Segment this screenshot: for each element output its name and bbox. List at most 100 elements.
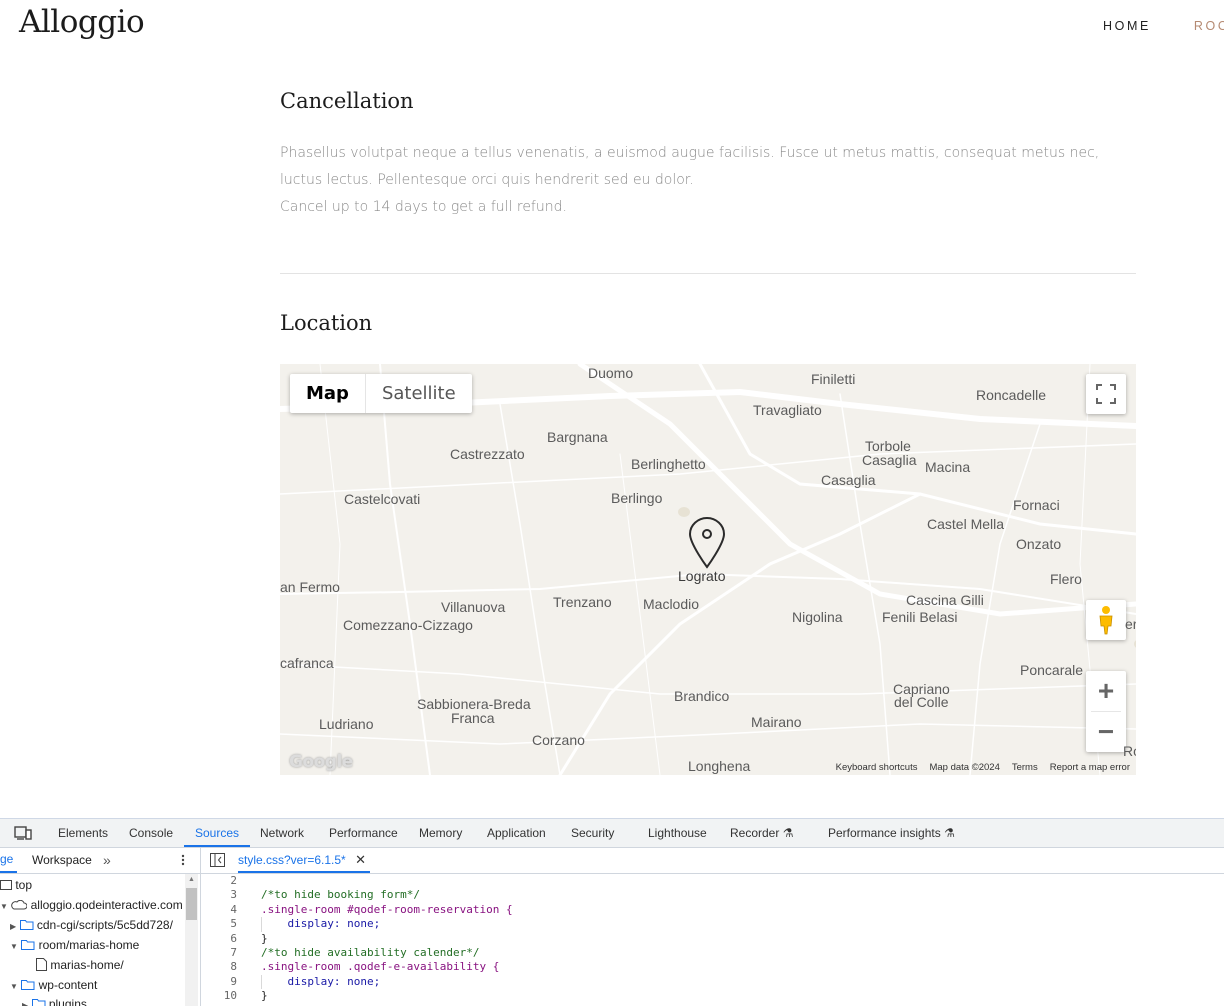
tab-recorder[interactable]: Recorder ⚗ (730, 819, 793, 847)
folder-icon (19, 920, 33, 930)
map-place-label: Castrezzato (450, 446, 525, 462)
map-place-label: Casaglia (821, 472, 876, 488)
keyboard-shortcuts-link[interactable]: Keyboard shortcuts (836, 762, 918, 773)
map-type-control: Map Satellite (290, 374, 472, 413)
tab-elements[interactable]: Elements (58, 819, 108, 847)
folder-icon (21, 980, 35, 990)
tab-security[interactable]: Security (571, 819, 614, 847)
cancellation-title: Cancellation (280, 89, 414, 113)
menu-dots-icon[interactable] (0, 827, 4, 839)
google-map[interactable]: Map Satellite + − Duomo Finiletti Roncad… (280, 364, 1136, 775)
tab-application[interactable]: Application (487, 819, 546, 847)
tree-label: marias-home/ (50, 958, 124, 972)
zoom-in-button[interactable]: + (1098, 671, 1114, 711)
location-title: Location (280, 311, 373, 335)
close-tab-icon[interactable]: ✕ (355, 852, 366, 867)
scroll-thumb[interactable] (186, 888, 197, 920)
scroll-up-arrow-icon[interactable]: ▲ (188, 876, 195, 883)
google-logo: Google (289, 752, 353, 772)
collapse-triangle-icon: ▶ (22, 1001, 29, 1006)
code-editor: style.css?ver=6.1.5* ✕ 2 3 /*to hide book… (201, 848, 1224, 1006)
tree-item-top[interactable]: top (0, 875, 32, 895)
file-tab-style-css[interactable]: style.css?ver=6.1.5* ✕ (238, 848, 370, 873)
tree-item-domain[interactable]: ▼ alloggio.qodeinteractive.com (0, 895, 183, 915)
location-pin-icon[interactable] (687, 515, 727, 571)
map-place-label: Castelcovati (344, 491, 421, 507)
street-view-pegman[interactable] (1086, 600, 1126, 640)
report-error-link[interactable]: Report a map error (1050, 762, 1130, 773)
map-place-label: Villanuova (441, 599, 506, 615)
map-place-label: Franca (451, 710, 495, 726)
map-place-label: Nigolina (792, 609, 843, 625)
code-line: 4 .single-room #qodef-room-reservation { (201, 903, 1224, 917)
tab-memory[interactable]: Memory (419, 819, 462, 847)
code-line: 3 /*to hide booking form*/ (201, 888, 1224, 902)
device-toolbar-icon[interactable] (14, 825, 32, 841)
map-type-map-button[interactable]: Map (290, 374, 365, 413)
cancellation-line: luctus lectus. Pellentesque orci quis he… (280, 172, 694, 188)
navigator-tabs: ge Workspace » (0, 848, 200, 874)
tree-label: cdn-cgi/scripts/5c5dd728/ (36, 918, 173, 932)
tab-console[interactable]: Console (129, 819, 173, 847)
map-place-label: del Colle (894, 694, 949, 710)
map-place-label: Travagliato (753, 402, 822, 418)
tab-network[interactable]: Network (260, 819, 304, 847)
zoom-out-button[interactable]: − (1098, 712, 1114, 752)
tab-sources[interactable]: Sources (184, 819, 251, 847)
expand-triangle-icon: ▼ (0, 902, 8, 911)
code-line: 9 display: none; (201, 974, 1224, 990)
map-place-label: Comezzano-Cizzago (343, 617, 473, 633)
fullscreen-button[interactable] (1086, 374, 1126, 414)
tree-item-plugins[interactable]: ▶ plugins (22, 994, 87, 1006)
code-text: } (261, 931, 268, 945)
code-text: .single-room #qodef-room-reservation { (261, 902, 513, 916)
flask-icon: ⚗ (944, 826, 955, 840)
line-number: 9 (230, 974, 237, 988)
flask-icon: ⚗ (782, 826, 794, 840)
tree-item-room[interactable]: ▼ room/marias-home (10, 935, 139, 955)
map-place-label: cafranca (280, 655, 334, 671)
code-line: 7 /*to hide availability calender*/ (201, 946, 1224, 960)
map-place-label: Macina (925, 459, 971, 475)
map-place-label: Berlinghetto (631, 456, 706, 472)
map-place-label: Poncarale (1020, 662, 1084, 678)
code-text: .single-room .qodef-e-availability { (261, 960, 500, 974)
nav-tab-workspace[interactable]: Workspace (32, 848, 92, 873)
navigator-scrollbar[interactable]: ▲ (185, 874, 198, 1006)
line-number: 10 (223, 989, 237, 1003)
tree-item-marias-home[interactable]: marias-home/ (36, 955, 124, 975)
pegman-icon (1099, 606, 1113, 635)
tree-item-wp-content[interactable]: ▼ wp-content (10, 975, 97, 995)
line-number: 5 (230, 917, 237, 931)
map-place-label: Fornaci (1013, 497, 1060, 513)
fullscreen-icon (1096, 384, 1116, 404)
tab-performance-insights[interactable]: Performance insights ⚗ (828, 819, 955, 847)
toggle-navigator-icon[interactable] (210, 853, 225, 867)
line-number: 6 (230, 931, 237, 945)
devtools-panel: Elements Console Sources Network Perform… (0, 818, 1224, 1006)
nav-home[interactable]: HOME (1103, 19, 1151, 33)
file-tab-label: style.css?ver=6.1.5* (238, 853, 346, 867)
map-data-text: Map data ©2024 (929, 762, 1000, 773)
folder-icon (21, 940, 35, 950)
line-number: 8 (230, 960, 237, 974)
code-lines[interactable]: 2 3 /*to hide booking form*/ 4 .single-roo… (201, 874, 1224, 1004)
more-tabs-icon[interactable]: » (103, 848, 111, 873)
line-number: 7 (230, 945, 237, 959)
map-place-label: Maclodio (643, 596, 700, 612)
code-text: /*to hide booking form*/ (261, 888, 420, 902)
terms-link[interactable]: Terms (1012, 762, 1038, 773)
nav-rooms[interactable]: ROO (1194, 19, 1224, 33)
code-text: display: none; (261, 917, 381, 931)
section-divider (280, 273, 1136, 274)
map-type-satellite-button[interactable]: Satellite (364, 374, 472, 413)
tab-lighthouse[interactable]: Lighthouse (648, 819, 707, 847)
navigator-menu-icon[interactable] (181, 854, 185, 866)
tab-performance[interactable]: Performance (329, 819, 398, 847)
tab-recorder-label: Recorder (730, 826, 780, 840)
nav-tab-page[interactable]: ge (0, 848, 18, 873)
site-logo[interactable]: Alloggio (19, 4, 145, 40)
tree-item-cdn[interactable]: ▶ cdn-cgi/scripts/5c5dd728/ (10, 915, 173, 935)
frame-icon (0, 880, 12, 890)
zoom-control: + − (1086, 671, 1126, 752)
